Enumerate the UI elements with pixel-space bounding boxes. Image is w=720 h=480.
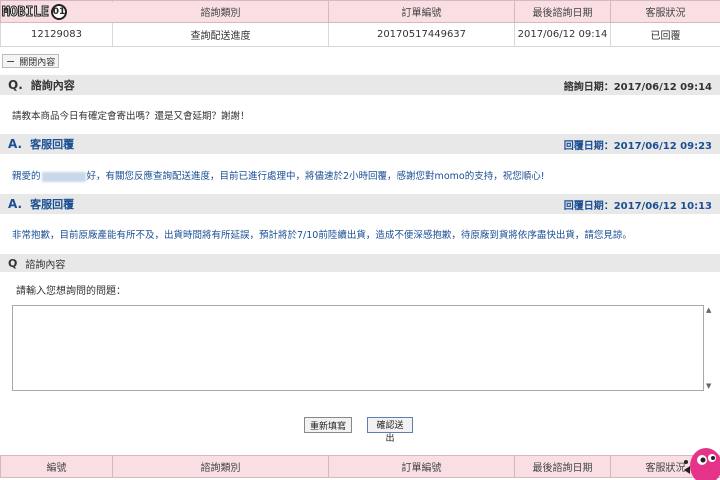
order-table-2: 編號 諮詢類別 訂單編號 最後諮詢日期 客服狀況: [0, 455, 720, 478]
column-header: 訂單編號: [328, 0, 515, 23]
logo-circle-text: 01: [52, 7, 66, 17]
answer-letter: A.: [8, 137, 23, 151]
answer-body: 好，有關您反應查詢配送進度，目前已進行處理中，將儘速於2小時回覆，感謝您對mom…: [86, 171, 545, 182]
question-input[interactable]: [12, 305, 704, 391]
column-header: 編號: [0, 455, 113, 478]
answer-title: 客服回覆: [30, 198, 75, 211]
column-header: 諮詢類別: [112, 0, 329, 23]
answer-date: 回覆日期：2017/06/12 09:23: [563, 140, 712, 152]
column-header: 客服狀況: [610, 0, 720, 23]
logo-text: MOBILE: [2, 4, 50, 20]
ask-header: Q 諮詢內容: [0, 254, 720, 272]
table-cell: 20170517449637: [328, 22, 515, 47]
question-prompt: 請輸入您想詢問的問題：: [16, 286, 126, 297]
toggle-label: 關閉內容: [19, 57, 56, 68]
table-row: 12129083 查詢配送進度 20170517449637 2017/06/1…: [0, 22, 720, 47]
table-header-row: 編號 諮詢類別 訂單編號 最後諮詢日期 客服狀況: [0, 455, 720, 478]
minus-icon: −: [6, 54, 16, 68]
question-text: 請教本商品今日有確定會寄出嗎？還是又會延期？謝謝！: [12, 111, 250, 122]
mobile01-logo: MOBILE 01: [2, 2, 124, 22]
logo-circle: 01: [50, 4, 67, 20]
column-header: 訂單編號: [328, 455, 515, 478]
answer-header-1: A. 客服回覆 回覆日期：2017/06/12 09:23: [0, 134, 720, 154]
question-date: 諮詢日期：2017/06/12 09:14: [563, 81, 712, 93]
table-cell: 12129083: [0, 22, 113, 47]
column-header: 最後諮詢日期: [514, 455, 611, 478]
ask-letter: Q: [8, 256, 18, 270]
column-header: 最後諮詢日期: [514, 0, 611, 23]
table-cell: 2017/06/12 09:14: [514, 22, 611, 47]
table-cell: 已回覆: [610, 22, 720, 47]
question-header: Q. 諮詢內容 諮詢日期：2017/06/12 09:14: [0, 75, 720, 95]
answer-date: 回覆日期：2017/06/12 10:13: [563, 200, 712, 212]
question-title: 諮詢內容: [30, 79, 75, 92]
answer-header-2: A. 客服回覆 回覆日期：2017/06/12 10:13: [0, 194, 720, 214]
ask-title: 諮詢內容: [25, 259, 66, 271]
reset-button[interactable]: 重新填寫: [304, 417, 352, 433]
blurred-username: [41, 171, 86, 182]
scroll-up-icon[interactable]: ▲: [706, 306, 711, 314]
column-header: 諮詢類別: [112, 455, 329, 478]
answer-title: 客服回覆: [30, 138, 75, 151]
answer-letter: A.: [8, 197, 23, 211]
submit-button[interactable]: 確認送出: [367, 417, 413, 444]
table-cell: 查詢配送進度: [112, 22, 329, 47]
mascot-icon: [684, 448, 720, 480]
answer-text-1: 親愛的 好，有關您反應查詢配送進度，目前已進行處理中，將儘速於2小時回覆，感謝您對…: [12, 168, 545, 182]
collapse-content-toggle[interactable]: − 關閉內容: [2, 54, 60, 68]
answer-greeting: 親愛的: [12, 171, 41, 182]
answer-text-2: 非常抱歉，目前原廠產能有所不及，出貨時間將有所延誤，預計將於7/10前陸續出貨，…: [12, 230, 632, 241]
scroll-down-icon[interactable]: ▼: [706, 382, 711, 390]
question-letter: Q.: [8, 78, 23, 92]
